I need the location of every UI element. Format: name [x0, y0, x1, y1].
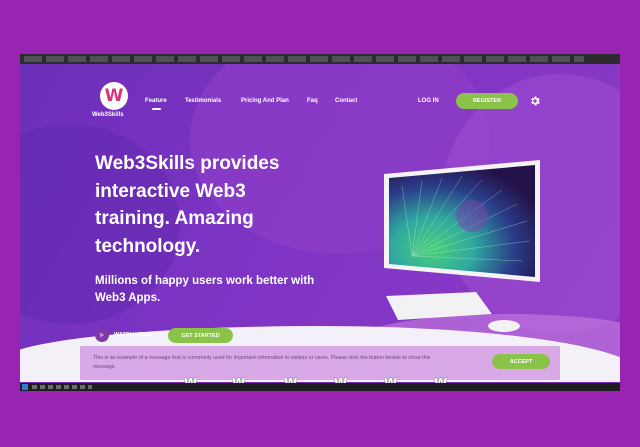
brand-name: Web3Skills	[92, 112, 124, 118]
watch-video-button[interactable]: WATCH VIDEO	[95, 328, 152, 342]
register-button[interactable]: REGISTER	[456, 93, 518, 109]
gear-icon[interactable]	[529, 95, 541, 107]
cookie-message: This is an example of a message that is …	[93, 355, 431, 370]
play-icon	[95, 328, 109, 342]
start-icon[interactable]	[22, 384, 28, 390]
hero-section: W Web3Skills Feature Testimonials Pricin…	[20, 64, 620, 382]
browser-window: W Web3Skills Feature Testimonials Pricin…	[20, 54, 620, 391]
keyboard-and-mouse-illustration	[386, 292, 520, 332]
nav-feature[interactable]: Feature	[145, 98, 167, 104]
nav-faq[interactable]: Faq	[307, 98, 318, 104]
hero-headline: Web3Skills provides interactive Web3 tra…	[95, 153, 280, 257]
browser-tab-bar	[20, 54, 620, 64]
nav-active-indicator	[152, 108, 161, 110]
logo-letter: W	[104, 86, 124, 106]
accept-button[interactable]: ACCEPT	[492, 354, 550, 369]
cookie-banner: This is an example of a message that is …	[80, 346, 560, 380]
nav-testimonials[interactable]: Testimonials	[185, 98, 221, 104]
logo[interactable]: W	[100, 82, 128, 110]
get-started-button[interactable]: GET STARTED	[168, 328, 233, 343]
nav-contact[interactable]: Contact	[335, 98, 357, 104]
login-link[interactable]: LOG IN	[418, 98, 439, 104]
nav-pricing[interactable]: Pricing And Plan	[241, 98, 289, 104]
hero-subline: Millions of happy users work better with…	[95, 275, 315, 304]
os-taskbar	[20, 383, 620, 391]
watch-video-label: WATCH VIDEO	[114, 332, 153, 338]
desktop-monitor-illustration	[384, 160, 540, 282]
taskbar-apps[interactable]	[32, 385, 92, 389]
browser-tabs[interactable]	[24, 56, 584, 62]
